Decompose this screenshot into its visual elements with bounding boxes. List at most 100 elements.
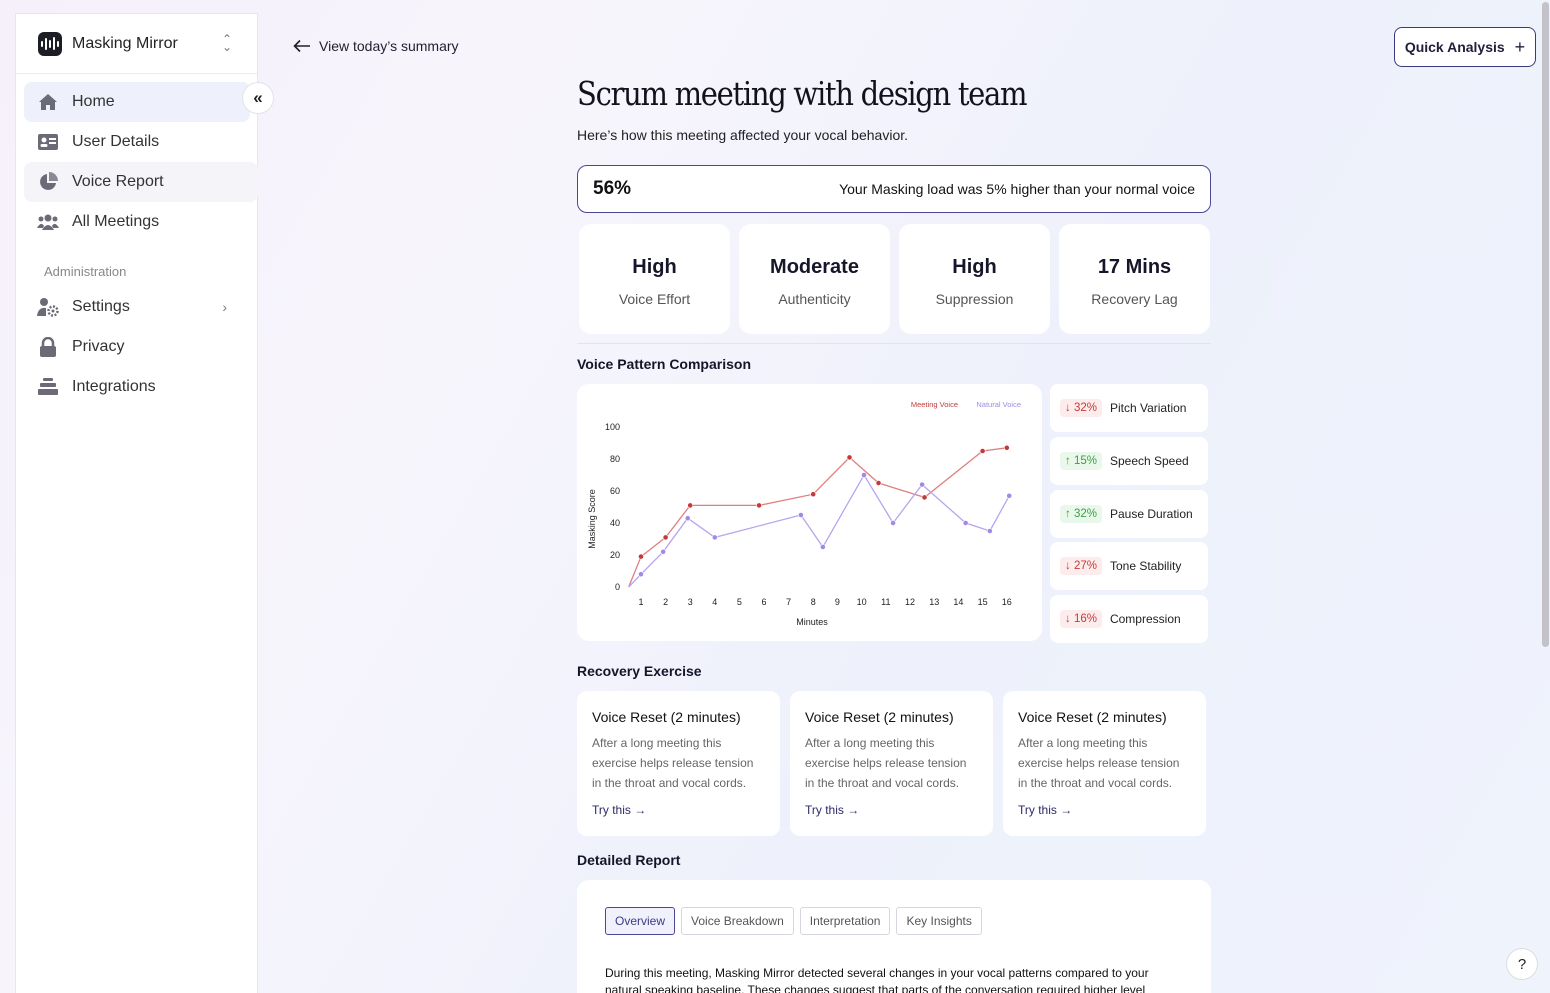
sidebar-item-privacy[interactable]: Privacy xyxy=(24,327,249,367)
tab-voice-breakdown[interactable]: Voice Breakdown xyxy=(681,907,794,935)
data-point xyxy=(638,571,644,578)
data-point xyxy=(861,472,867,478)
plus-icon: + xyxy=(1514,36,1526,57)
detailed-report-card: Overview Voice Breakdown Interpretation … xyxy=(577,880,1211,993)
exercise-card: Voice Reset (2 minutes) After a long mee… xyxy=(790,691,993,836)
metric-label: Speech Speed xyxy=(1109,454,1189,468)
stat-label: Authenticity xyxy=(778,291,851,307)
metric-change-badge: ↑ 32% xyxy=(1060,505,1102,523)
recovery-exercise-heading: Recovery Exercise xyxy=(577,663,702,679)
series-line-natural-voice xyxy=(628,473,1010,588)
back-link[interactable]: View today’s summary xyxy=(293,38,459,54)
try-this-link[interactable]: Try this → xyxy=(1018,803,1191,817)
exercise-title: Voice Reset (2 minutes) xyxy=(1018,709,1167,725)
scrollbar-thumb[interactable] xyxy=(1542,2,1549,647)
sidebar-item-settings[interactable]: Settings › xyxy=(24,287,249,327)
metric-speech-speed: ↑ 15% Speech Speed xyxy=(1050,437,1208,485)
layers-icon xyxy=(37,377,59,397)
masking-load-message: Your Masking load was 5% higher than you… xyxy=(839,181,1195,197)
exercise-title: Voice Reset (2 minutes) xyxy=(592,709,741,725)
quick-analysis-label: Quick Analysis xyxy=(1404,39,1505,55)
stat-label: Suppression xyxy=(935,291,1014,307)
data-point xyxy=(921,494,928,501)
x-axis-label: Minutes xyxy=(796,617,828,627)
data-point xyxy=(662,534,669,541)
sidebar-item-label: Integrations xyxy=(72,378,156,395)
data-point xyxy=(1006,492,1013,499)
tab-key-insights[interactable]: Key Insights xyxy=(896,907,982,935)
pie-chart-icon xyxy=(37,172,59,192)
collapse-sidebar-button[interactable]: « xyxy=(242,82,274,114)
exercise-card: Voice Reset (2 minutes) After a long mee… xyxy=(577,691,780,836)
brand-logo-icon xyxy=(38,31,62,56)
data-point xyxy=(684,515,691,522)
metric-label: Pause Duration xyxy=(1109,507,1193,521)
data-point xyxy=(810,491,817,498)
tab-overview[interactable]: Overview xyxy=(605,907,676,935)
detailed-report-heading: Detailed Report xyxy=(577,852,681,868)
sidebar-item-home[interactable]: Home xyxy=(24,82,250,122)
page-scrollbar[interactable] xyxy=(1541,0,1550,993)
exercise-description: After a long meeting this exercise helps… xyxy=(1018,736,1180,790)
data-point xyxy=(687,502,694,509)
sidebar-item-integrations[interactable]: Integrations xyxy=(24,367,249,407)
exercise-description: After a long meeting this exercise helps… xyxy=(592,736,754,790)
main-nav: Home User Details Voice Report All Meeti… xyxy=(16,74,258,407)
data-point xyxy=(962,520,969,526)
x-tick-label: 7 xyxy=(786,597,791,607)
chevron-up-down-icon[interactable]: ⌃ ⌄ xyxy=(222,33,232,53)
x-tick-label: 3 xyxy=(688,597,693,607)
y-tick-label: 60 xyxy=(610,486,620,496)
stat-label: Voice Effort xyxy=(618,291,691,307)
voice-pattern-chart: Meeting Voice Natural Voice 020406080100 … xyxy=(587,400,1021,627)
x-tick-label: 9 xyxy=(835,597,840,607)
stat-card-recovery-lag: 17 Mins Recovery Lag xyxy=(1059,224,1210,334)
sidebar-item-all-meetings[interactable]: All Meetings xyxy=(24,202,249,242)
chevron-right-icon: › xyxy=(222,299,227,315)
masking-load-banner: 56% Your Masking load was 5% higher than… xyxy=(577,165,1211,213)
sidebar-item-voice-report[interactable]: Voice Report xyxy=(24,162,258,202)
sidebar-item-label: Home xyxy=(72,93,115,110)
metric-compression: ↓ 16% Compression xyxy=(1050,595,1208,643)
help-button[interactable]: ? xyxy=(1506,948,1538,980)
quick-analysis-button[interactable]: Quick Analysis + xyxy=(1394,27,1536,67)
data-point xyxy=(819,544,826,550)
stat-value: High xyxy=(952,256,997,278)
sidebar-item-label: All Meetings xyxy=(72,213,160,230)
x-tick-label: 14 xyxy=(953,597,963,607)
exercise-card: Voice Reset (2 minutes) After a long mee… xyxy=(1003,691,1206,836)
arrow-left-icon xyxy=(293,39,310,53)
metric-pitch-variation: ↓ 32% Pitch Variation xyxy=(1050,384,1208,432)
data-point xyxy=(986,528,993,534)
x-tick-label: 11 xyxy=(881,597,890,607)
try-this-link[interactable]: Try this → xyxy=(592,803,765,817)
data-point xyxy=(890,520,896,526)
report-tabs: Overview Voice Breakdown Interpretation … xyxy=(605,907,982,935)
stat-card-suppression: High Suppression xyxy=(899,224,1050,334)
data-point xyxy=(979,448,986,454)
back-link-label: View today’s summary xyxy=(319,38,459,54)
page-title: Scrum meeting with design team xyxy=(577,74,1028,113)
y-tick-label: 0 xyxy=(615,582,620,592)
user-gear-icon xyxy=(37,297,59,317)
tab-interpretation[interactable]: Interpretation xyxy=(799,907,891,935)
exercise-description: After a long meeting this exercise helps… xyxy=(805,736,967,790)
voice-pattern-heading: Voice Pattern Comparison xyxy=(577,356,752,372)
sidebar-item-user-details[interactable]: User Details xyxy=(24,122,249,162)
try-this-link[interactable]: Try this → xyxy=(805,803,978,817)
brand-header[interactable]: Masking Mirror ⌃ ⌄ xyxy=(16,14,257,74)
data-point xyxy=(797,512,804,518)
metric-label: Tone Stability xyxy=(1109,559,1182,573)
x-tick-label: 1 xyxy=(638,597,643,607)
y-tick-label: 40 xyxy=(610,518,620,528)
x-tick-label: 10 xyxy=(857,597,867,607)
data-point xyxy=(660,548,667,555)
x-tick-label: 15 xyxy=(978,597,988,607)
metric-label: Compression xyxy=(1109,612,1181,626)
y-tick-label: 20 xyxy=(610,550,620,560)
stat-card-authenticity: Moderate Authenticity xyxy=(739,224,890,334)
sidebar-item-label: User Details xyxy=(72,133,160,150)
stat-card-voice-effort: High Voice Effort xyxy=(579,224,730,334)
metric-change-badge: ↓ 27% xyxy=(1060,557,1102,575)
stat-value: Moderate xyxy=(770,256,859,278)
